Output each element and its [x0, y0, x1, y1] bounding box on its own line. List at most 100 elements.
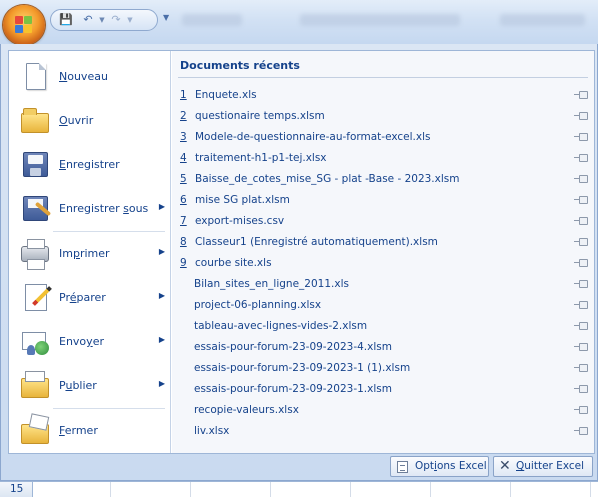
redo-dropdown-icon[interactable]: ▼	[123, 13, 137, 27]
submenu-arrow-icon: ▶	[158, 291, 165, 300]
menu-item-label: Fermer	[59, 424, 98, 437]
new-document-icon	[19, 61, 51, 93]
pin-icon[interactable]	[574, 279, 588, 289]
pin-icon[interactable]	[574, 237, 588, 247]
command-pane: Nouveau Ouvrir Enregistrer Enregistrer s…	[9, 51, 171, 453]
recent-document-item[interactable]: 2 questionaire temps.xlsm	[172, 107, 594, 128]
recent-document-number: 1	[180, 89, 187, 101]
save-as-icon	[19, 193, 51, 225]
recent-documents-divider	[178, 77, 588, 78]
pin-icon[interactable]	[574, 426, 588, 436]
worksheet-row: 15	[0, 481, 598, 497]
recent-document-item[interactable]: 5 Baisse_de_cotes_mise_SG - plat -Base - …	[172, 170, 594, 191]
recent-document-name: essais-pour-forum-23-09-2023-4.xlsm	[194, 341, 392, 353]
recent-document-item[interactable]: 1 Enquete.xls	[172, 86, 594, 107]
recent-document-name: recopie-valeurs.xlsx	[194, 404, 299, 416]
recent-document-name: Classeur1 (Enregistré automatiquement).x…	[195, 236, 438, 248]
menu-item-label: Nouveau	[59, 70, 108, 83]
menu-separator	[53, 408, 165, 409]
recent-document-name: essais-pour-forum-23-09-2023-1.xlsm	[194, 383, 392, 395]
pin-icon[interactable]	[574, 300, 588, 310]
send-icon	[19, 326, 51, 358]
menu-item-fermer[interactable]: Fermer	[13, 411, 169, 451]
customize-toolbar-icon[interactable]: ▼	[163, 13, 169, 22]
pin-icon[interactable]	[574, 258, 588, 268]
pin-icon[interactable]	[574, 363, 588, 373]
quit-excel-label: Quitter Excel	[516, 460, 584, 472]
recent-document-item[interactable]: tableau-avec-lignes-vides-2.xlsm	[172, 317, 594, 338]
pin-icon[interactable]	[574, 405, 588, 415]
open-folder-icon	[19, 105, 51, 137]
recent-document-item[interactable]: liv.xlsx	[172, 422, 594, 443]
recent-document-item[interactable]: essais-pour-forum-23-09-2023-1.xlsm	[172, 380, 594, 401]
quit-excel-button[interactable]: ✕ Quitter Excel	[493, 456, 593, 477]
printer-icon	[19, 238, 51, 270]
recent-document-item[interactable]: 3 Modele-de-questionnaire-au-format-excel…	[172, 128, 594, 149]
menu-item-imprimer[interactable]: Imprimer ▶	[13, 234, 169, 274]
row-header[interactable]: 15	[0, 482, 33, 497]
recent-document-item[interactable]: 6 mise SG plat.xlsm	[172, 191, 594, 212]
pin-icon[interactable]	[574, 153, 588, 163]
redo-icon[interactable]: ↷	[109, 13, 123, 27]
blurred-title-segment	[500, 14, 585, 26]
save-icon[interactable]: 💾	[59, 13, 73, 27]
options-icon	[397, 461, 408, 473]
recent-document-name: Modele-de-questionnaire-au-format-excel.…	[195, 131, 431, 143]
menu-item-enregistrer-sous[interactable]: Enregistrer sous ▶	[13, 189, 169, 229]
recent-document-item[interactable]: recopie-valeurs.xlsx	[172, 401, 594, 422]
recent-document-item[interactable]: project-06-planning.xlsx	[172, 296, 594, 317]
gridline	[270, 482, 271, 497]
recent-document-item[interactable]: Bilan_sites_en_ligne_2011.xls	[172, 275, 594, 296]
pin-icon[interactable]	[574, 384, 588, 394]
gridline	[350, 482, 351, 497]
recent-document-item[interactable]: 8 Classeur1 (Enregistré automatiquement).…	[172, 233, 594, 254]
menu-item-nouveau[interactable]: Nouveau	[13, 57, 169, 97]
menu-footer: Options Excel ✕ Quitter Excel	[1, 456, 598, 478]
office-button[interactable]	[3, 5, 45, 45]
menu-item-label: Enregistrer	[59, 158, 120, 171]
menu-item-preparer[interactable]: Préparer ▶	[13, 278, 169, 318]
recent-document-number: 8	[180, 236, 187, 248]
recent-document-name: mise SG plat.xlsm	[195, 194, 290, 206]
submenu-arrow-icon: ▶	[158, 379, 165, 388]
recent-document-name: Enquete.xls	[195, 89, 257, 101]
submenu-arrow-icon: ▶	[158, 202, 165, 211]
pin-icon[interactable]	[574, 195, 588, 205]
undo-dropdown-icon[interactable]: ▼	[95, 13, 109, 27]
recent-document-item[interactable]: essais-pour-forum-23-09-2023-4.xlsm	[172, 338, 594, 359]
pin-icon[interactable]	[574, 132, 588, 142]
recent-document-name: essais-pour-forum-23-09-2023-1 (1).xlsm	[194, 362, 411, 374]
office-logo-icon	[15, 16, 33, 34]
recent-document-item[interactable]: essais-pour-forum-23-09-2023-1 (1).xlsm	[172, 359, 594, 380]
recent-document-name: project-06-planning.xlsx	[194, 299, 322, 311]
pin-icon[interactable]	[574, 90, 588, 100]
pin-icon[interactable]	[574, 111, 588, 121]
pin-icon[interactable]	[574, 174, 588, 184]
prepare-icon	[19, 282, 51, 314]
recent-document-name: export-mises.csv	[195, 215, 285, 227]
menu-item-label: Enregistrer sous	[59, 202, 149, 215]
recent-document-name: liv.xlsx	[194, 425, 230, 437]
publish-icon	[19, 370, 51, 402]
office-menu-body: Nouveau Ouvrir Enregistrer Enregistrer s…	[8, 50, 595, 454]
pin-icon[interactable]	[574, 321, 588, 331]
office-menu: Nouveau Ouvrir Enregistrer Enregistrer s…	[0, 44, 598, 481]
pin-icon[interactable]	[574, 216, 588, 226]
recent-documents-title: Documents récents	[180, 59, 300, 72]
recent-document-item[interactable]: 7 export-mises.csv	[172, 212, 594, 233]
recent-document-number: 3	[180, 131, 187, 143]
recent-document-item[interactable]: 4 traitement-h1-p1-tej.xlsx	[172, 149, 594, 170]
menu-item-envoyer[interactable]: Envoyer ▶	[13, 322, 169, 362]
menu-item-publier[interactable]: Publier ▶	[13, 366, 169, 406]
menu-item-enregistrer[interactable]: Enregistrer	[13, 145, 169, 185]
pin-icon[interactable]	[574, 342, 588, 352]
undo-icon[interactable]: ↶	[81, 13, 95, 27]
recent-document-name: courbe site.xls	[195, 257, 272, 269]
recent-document-item[interactable]: 9 courbe site.xls	[172, 254, 594, 275]
menu-item-ouvrir[interactable]: Ouvrir	[13, 101, 169, 141]
recent-document-number: 2	[180, 110, 187, 122]
excel-options-button[interactable]: Options Excel	[390, 456, 489, 477]
menu-item-label: Imprimer	[59, 247, 110, 260]
recent-document-number: 6	[180, 194, 187, 206]
recent-document-number: 7	[180, 215, 187, 227]
